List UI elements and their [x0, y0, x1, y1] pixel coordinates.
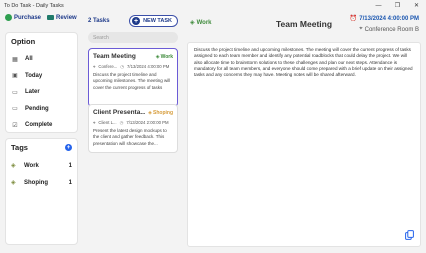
grid-icon: ▦	[12, 56, 18, 63]
clock-icon: ◷	[120, 64, 125, 69]
option-heading: Option	[11, 37, 36, 46]
location-icon: ⌖	[93, 64, 96, 69]
window-controls: — ❐ ✕	[369, 0, 426, 11]
task-location: Client L...	[98, 120, 117, 125]
detail-description: Discuss the project timeline and upcomin…	[194, 47, 413, 78]
task-card-client-presentation[interactable]: Client Presenta... ◈ Shoping ⌖ Client L.…	[88, 104, 178, 153]
copy-icon[interactable]	[405, 230, 414, 240]
option-later-label: Later	[25, 89, 40, 96]
nav-review-label: Review	[56, 14, 77, 21]
pending-icon: ▭	[12, 106, 18, 113]
task-card-team-meeting[interactable]: Team Meeting ◈ Work ⌖ Confere... ◷ 7/13/…	[88, 48, 178, 107]
task-title: Client Presenta...	[93, 109, 145, 116]
nav-purchase-label: Purchase	[14, 14, 42, 21]
detail-location-text: Conference Room B	[364, 26, 419, 33]
task-tag: ◈ Work	[156, 54, 173, 60]
tags-heading: Tags	[11, 143, 28, 152]
tag-icon: ◈	[11, 163, 16, 169]
option-today[interactable]: ▣ Today	[11, 68, 72, 85]
tag-work-label: Work	[24, 162, 39, 169]
new-task-label: NEW TASK	[143, 18, 172, 24]
top-nav: Purchase Review	[5, 14, 77, 21]
option-pending[interactable]: ▭ Pending	[11, 101, 72, 118]
task-location: Confere...	[98, 64, 118, 69]
detail-body: Discuss the project timeline and upcomin…	[187, 42, 421, 247]
detail-location: ⌖ Conference Room B	[359, 26, 419, 33]
task-title: Team Meeting	[93, 53, 136, 60]
task-meta: ⌖ Client L... ◷ 7/13/2024 2:00:00 PM	[93, 120, 173, 126]
task-date: 7/13/2024 4:00:00 PM	[127, 64, 170, 69]
task-meta: ⌖ Confere... ◷ 7/13/2024 4:00:00 PM	[93, 64, 173, 70]
close-button[interactable]: ✕	[407, 0, 426, 11]
task-tag: ◈ Shoping	[148, 110, 173, 116]
option-today-label: Today	[25, 72, 43, 79]
detail-tag: ◈ Work	[190, 19, 212, 27]
location-icon: ⌖	[93, 120, 96, 125]
task-list-header: 2 Tasks + NEW TASK	[88, 14, 178, 28]
later-icon: ▭	[12, 89, 18, 96]
tag-work[interactable]: ◈ Work 1	[11, 157, 72, 174]
alarm-icon: ⏰	[349, 16, 358, 22]
task-tag-label: Work	[160, 53, 173, 60]
tags-header: Tags +	[11, 143, 72, 152]
tags-panel: Tags + ◈ Work 1 ◈ Shoping 1	[5, 138, 78, 245]
location-icon: ⌖	[359, 26, 363, 32]
minimize-button[interactable]: —	[369, 0, 388, 11]
option-complete[interactable]: ☑ Complete	[11, 117, 72, 134]
tag-icon: ◈	[190, 20, 195, 26]
task-description: Discuss the project timeline and upcomin…	[93, 72, 171, 90]
maximize-button[interactable]: ❐	[388, 0, 407, 11]
task-description: Present the latest design mockups to the…	[93, 128, 167, 146]
option-pending-label: Pending	[25, 105, 49, 112]
search-input[interactable]	[88, 32, 178, 43]
nav-review[interactable]: Review	[47, 15, 77, 21]
new-task-button[interactable]: + NEW TASK	[129, 15, 178, 27]
tag-shoping-count: 1	[68, 179, 72, 186]
task-count: 2 Tasks	[88, 18, 110, 24]
add-tag-button[interactable]: +	[65, 144, 72, 151]
calendar-icon: ▣	[12, 73, 18, 80]
detail-tag-label: Work	[196, 19, 212, 26]
option-complete-label: Complete	[25, 122, 53, 129]
nav-purchase[interactable]: Purchase	[5, 14, 41, 21]
complete-icon: ☑	[12, 122, 18, 129]
review-icon	[47, 15, 55, 20]
option-later[interactable]: ▭ Later	[11, 84, 72, 101]
option-all-label: All	[25, 56, 33, 63]
purchase-icon	[5, 14, 12, 21]
detail-date-text: 7/13/2024 4:00:00 PM	[359, 15, 419, 22]
tag-work-count: 1	[68, 162, 72, 169]
tag-icon: ◈	[155, 53, 160, 60]
plus-icon: +	[132, 17, 141, 25]
tag-icon: ◈	[11, 180, 16, 186]
task-tag-label: Shoping	[153, 109, 173, 116]
tag-shoping[interactable]: ◈ Shoping 1	[11, 174, 72, 191]
title-bar: To Do Task - Daily Tasks — ❐ ✕	[0, 0, 426, 11]
option-panel: Option ▦ All ▣ Today ▭ Later ▭ Pending ☑…	[5, 32, 78, 133]
task-date: 7/13/2024 2:00:00 PM	[126, 120, 169, 125]
tag-shoping-label: Shoping	[24, 179, 48, 186]
option-all[interactable]: ▦ All	[11, 51, 72, 68]
window-title: To Do Task - Daily Tasks	[4, 2, 64, 9]
clock-icon: ◷	[119, 120, 124, 125]
detail-date: ⏰ 7/13/2024 4:00:00 PM	[349, 15, 419, 23]
task-detail: Team Meeting ◈ Work ⏰ 7/13/2024 4:00:00 …	[187, 14, 421, 247]
tag-icon: ◈	[148, 109, 152, 116]
